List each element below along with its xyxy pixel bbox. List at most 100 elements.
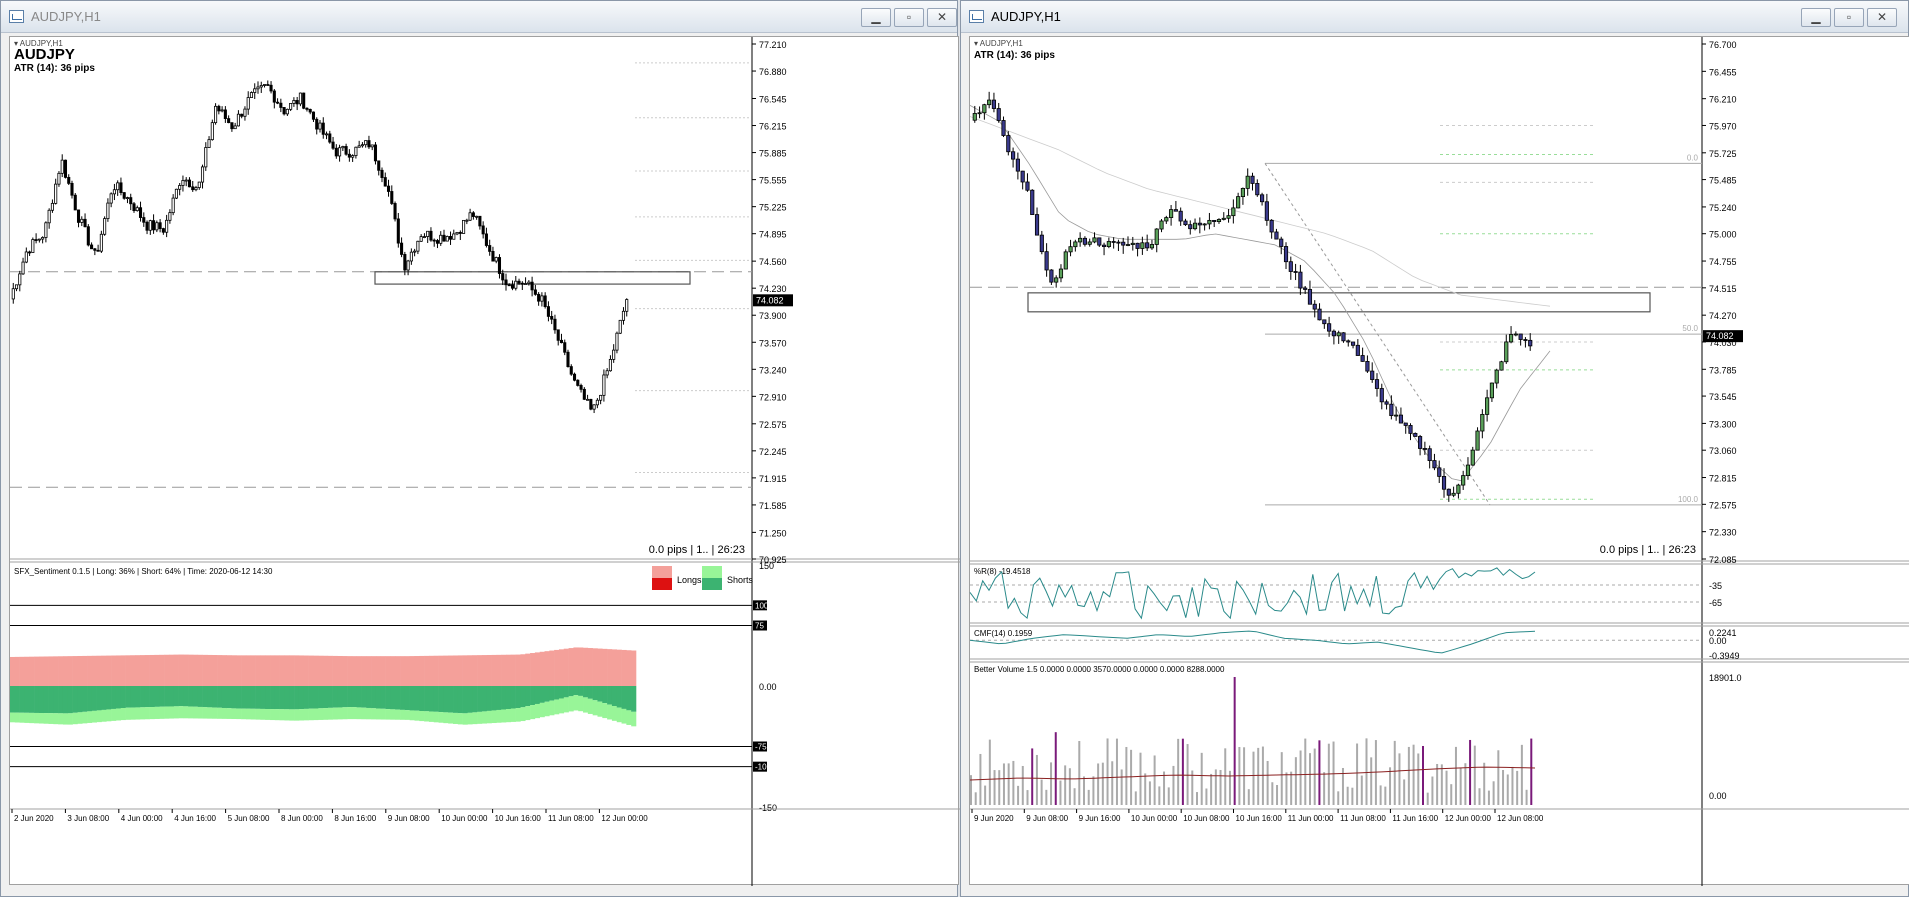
shorts-light-band — [385, 709, 391, 720]
shorts-light-band — [130, 707, 136, 720]
shorts-light-band — [62, 713, 69, 725]
maximize-button[interactable]: ▫ — [1834, 8, 1864, 27]
legend-longs-light — [652, 566, 672, 578]
price-candle — [595, 399, 599, 406]
shorts-band — [313, 686, 319, 709]
price-candle — [276, 101, 280, 104]
price-candle — [152, 220, 156, 231]
price-candle — [1030, 189, 1035, 215]
shorts-band — [197, 686, 203, 707]
price-tick-label: 72.910 — [759, 392, 787, 402]
volume-bar — [1313, 748, 1316, 805]
volume-bar — [1031, 748, 1034, 805]
shorts-light-band — [438, 712, 444, 723]
title-bar[interactable]: AUDJPY,H1 ▁ ▫ ✕ — [961, 1, 1908, 33]
shorts-band — [130, 686, 136, 708]
price-tick-label: 75.225 — [759, 203, 787, 213]
longs-band — [558, 649, 565, 686]
close-button[interactable]: ✕ — [927, 8, 957, 27]
shorts-band — [616, 686, 622, 708]
volume-bar — [1525, 789, 1528, 805]
price-candle — [1173, 209, 1178, 212]
volume-bar — [1181, 738, 1184, 805]
price-candle — [338, 147, 342, 157]
price-tick-label: 74.560 — [759, 257, 787, 267]
volume-bar — [1351, 787, 1354, 805]
longs-band — [409, 656, 415, 686]
shorts-band — [467, 686, 473, 713]
shorts-band — [587, 686, 593, 699]
price-candle — [1106, 241, 1111, 247]
longs-band — [38, 656, 45, 686]
shorts-band — [443, 686, 449, 713]
price-candle — [28, 251, 32, 254]
shorts-light-band — [14, 712, 20, 723]
volume-bar — [1026, 790, 1029, 805]
price-candle — [373, 144, 378, 162]
price-candle — [1135, 242, 1140, 249]
price-candle — [354, 146, 358, 156]
longs-band — [53, 656, 59, 686]
longs-band — [197, 654, 203, 686]
chart-area[interactable]: ▾ AUDJPY,H1 AUDJPY ATR (14): 36 pips 77.210… — [9, 36, 960, 886]
minimize-button[interactable]: ▁ — [1801, 8, 1831, 27]
price-candle — [380, 169, 384, 178]
price-candle — [191, 186, 195, 191]
maximize-button[interactable]: ▫ — [894, 8, 924, 27]
price-candle — [991, 99, 997, 109]
price-candle — [249, 92, 254, 98]
close-button[interactable]: ✕ — [1867, 8, 1897, 27]
shorts-light-band — [578, 695, 584, 712]
price-candle — [1226, 215, 1231, 219]
price-candle — [181, 180, 185, 186]
title-bar[interactable]: AUDJPY,H1 ▁ ▫ ✕ — [1, 1, 957, 33]
shorts-band — [631, 686, 637, 712]
price-tick-label: 74.230 — [759, 284, 787, 294]
shorts-light-band — [313, 708, 319, 721]
price-candle — [148, 220, 152, 231]
shorts-band — [510, 686, 516, 709]
shorts-band — [327, 686, 333, 708]
shorts-band — [168, 686, 175, 707]
shorts-light-band — [38, 713, 45, 724]
longs-band — [245, 655, 252, 686]
shorts-band — [178, 686, 184, 707]
shorts-light-band — [318, 708, 324, 720]
volume-tick-label: 18901.0 — [1709, 673, 1742, 683]
longs-band — [404, 656, 410, 686]
current-price-label: 74.082 — [756, 295, 784, 305]
longs-band — [58, 656, 64, 686]
volume-bar — [1276, 785, 1279, 805]
volume-bar — [1294, 757, 1297, 805]
longs-band — [534, 652, 540, 686]
price-candle — [194, 187, 198, 191]
longs-band — [120, 655, 126, 686]
longs-band — [159, 654, 165, 686]
price-candle — [207, 139, 211, 148]
chart-window-right[interactable]: AUDJPY,H1 ▁ ▫ ✕ ▾ AUDJPY,H1 ATR (14): 36 … — [960, 0, 1909, 897]
price-candle — [230, 122, 234, 130]
shorts-light-band — [549, 700, 555, 716]
price-candle — [1350, 341, 1356, 346]
price-candle — [1465, 464, 1471, 477]
shorts-light-band — [183, 706, 189, 719]
shorts-light-band — [433, 711, 439, 723]
minimize-button[interactable]: ▁ — [861, 8, 891, 27]
volume-bar — [1035, 754, 1038, 805]
price-candle — [116, 182, 120, 191]
shorts-band — [395, 686, 401, 710]
shorts-band — [217, 686, 223, 708]
price-candle — [1418, 436, 1423, 449]
price-candle — [406, 260, 410, 271]
shorts-light-band — [236, 708, 242, 720]
longs-band — [77, 655, 83, 686]
price-candle — [1250, 175, 1255, 184]
price-candle — [416, 240, 420, 252]
chart-area[interactable]: ▾ AUDJPY,H1 ATR (14): 36 pips 76.700 76.455… — [969, 36, 1909, 886]
chart-window-left[interactable]: AUDJPY,H1 ▁ ▫ ✕ ▾ AUDJPY,H1 AUDJPY ATR (14… — [0, 0, 960, 897]
price-candle — [125, 197, 130, 199]
price-candle — [178, 185, 182, 190]
price-candle — [1370, 370, 1375, 380]
price-candle — [1245, 175, 1250, 189]
sentiment-tick-label: 150 — [759, 561, 774, 571]
